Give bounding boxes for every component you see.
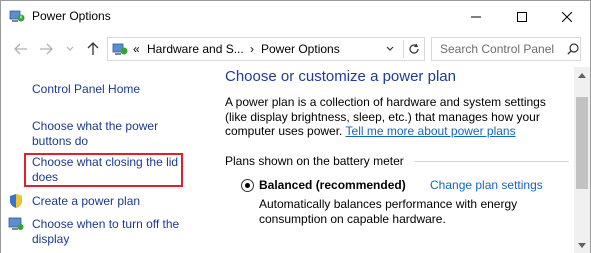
refresh-button[interactable] (403, 40, 423, 58)
plan-radio-balanced[interactable] (241, 179, 254, 192)
breadcrumb-overflow[interactable]: « (133, 42, 140, 56)
up-button[interactable] (84, 40, 102, 58)
scroll-down-arrow-icon (578, 242, 586, 248)
search-box[interactable]: Search Control Panel (431, 37, 581, 61)
section-heading: Plans shown on the battery meter (225, 154, 404, 168)
change-plan-settings-link[interactable]: Change plan settings (430, 178, 543, 192)
plan-name[interactable]: Balanced (recommended) (259, 178, 406, 192)
chevron-down-icon (66, 46, 74, 51)
close-icon (562, 11, 572, 22)
highlight-annotation (24, 153, 183, 187)
refresh-icon (408, 43, 419, 54)
main-content: Choose or customize a power plan A power… (214, 67, 574, 253)
power-options-window: Power Options « Hardware and S... › Powe… (0, 0, 591, 253)
chevron-down-icon (386, 46, 394, 51)
address-dropdown-button[interactable] (382, 41, 398, 57)
scroll-up-button[interactable] (574, 67, 590, 83)
sidebar-item-create-power-plan[interactable]: Create a power plan (32, 194, 140, 209)
forward-arrow-icon (40, 43, 53, 55)
scroll-down-button[interactable] (574, 237, 590, 253)
forward-button[interactable] (37, 40, 55, 58)
section-divider (414, 161, 569, 162)
vertical-scrollbar[interactable] (574, 67, 590, 253)
display-icon (8, 217, 24, 230)
sidebar-item-power-buttons[interactable]: Choose what the power buttons do (32, 119, 182, 149)
breadcrumb-power-options[interactable]: Power Options (261, 42, 340, 56)
page-title: Choose or customize a power plan (225, 68, 456, 85)
back-arrow-icon (14, 43, 27, 55)
close-button[interactable] (544, 1, 590, 32)
breadcrumb-hardware-and-sound[interactable]: Hardware and S... (147, 42, 244, 56)
minimize-icon (471, 16, 481, 17)
power-options-app-icon (9, 10, 25, 22)
back-button[interactable] (12, 40, 30, 58)
plan-description: Automatically balances performance with … (259, 197, 518, 226)
scrollbar-thumb[interactable] (576, 97, 588, 189)
control-panel-icon (112, 43, 128, 55)
sidebar-item-turn-off-display[interactable]: Choose when to turn off the display (32, 217, 192, 247)
maximize-button[interactable] (499, 1, 545, 32)
learn-more-link[interactable]: Tell me more about power plans (346, 124, 516, 138)
navigation-bar: « Hardware and S... › Power Options Sear… (1, 32, 590, 66)
maximize-icon (517, 11, 527, 22)
up-arrow-icon (87, 42, 99, 55)
radio-selected-dot (245, 183, 250, 188)
search-icon[interactable] (567, 43, 579, 55)
left-task-pane: Control Panel Home Choose what the power… (1, 67, 214, 253)
window-title: Power Options (32, 9, 111, 23)
page-description: A power plan is a collection of hardware… (225, 95, 570, 139)
sidebar-item-control-panel-home[interactable]: Control Panel Home (32, 82, 140, 97)
shield-icon (10, 194, 22, 208)
minimize-button[interactable] (453, 1, 499, 32)
breadcrumb-separator[interactable]: › (250, 42, 254, 56)
title-bar[interactable]: Power Options (1, 1, 590, 32)
address-bar[interactable]: « Hardware and S... › Power Options (107, 37, 425, 61)
scroll-up-arrow-icon (578, 72, 586, 78)
search-placeholder: Search Control Panel (440, 42, 555, 56)
recent-locations-button[interactable] (61, 40, 79, 58)
